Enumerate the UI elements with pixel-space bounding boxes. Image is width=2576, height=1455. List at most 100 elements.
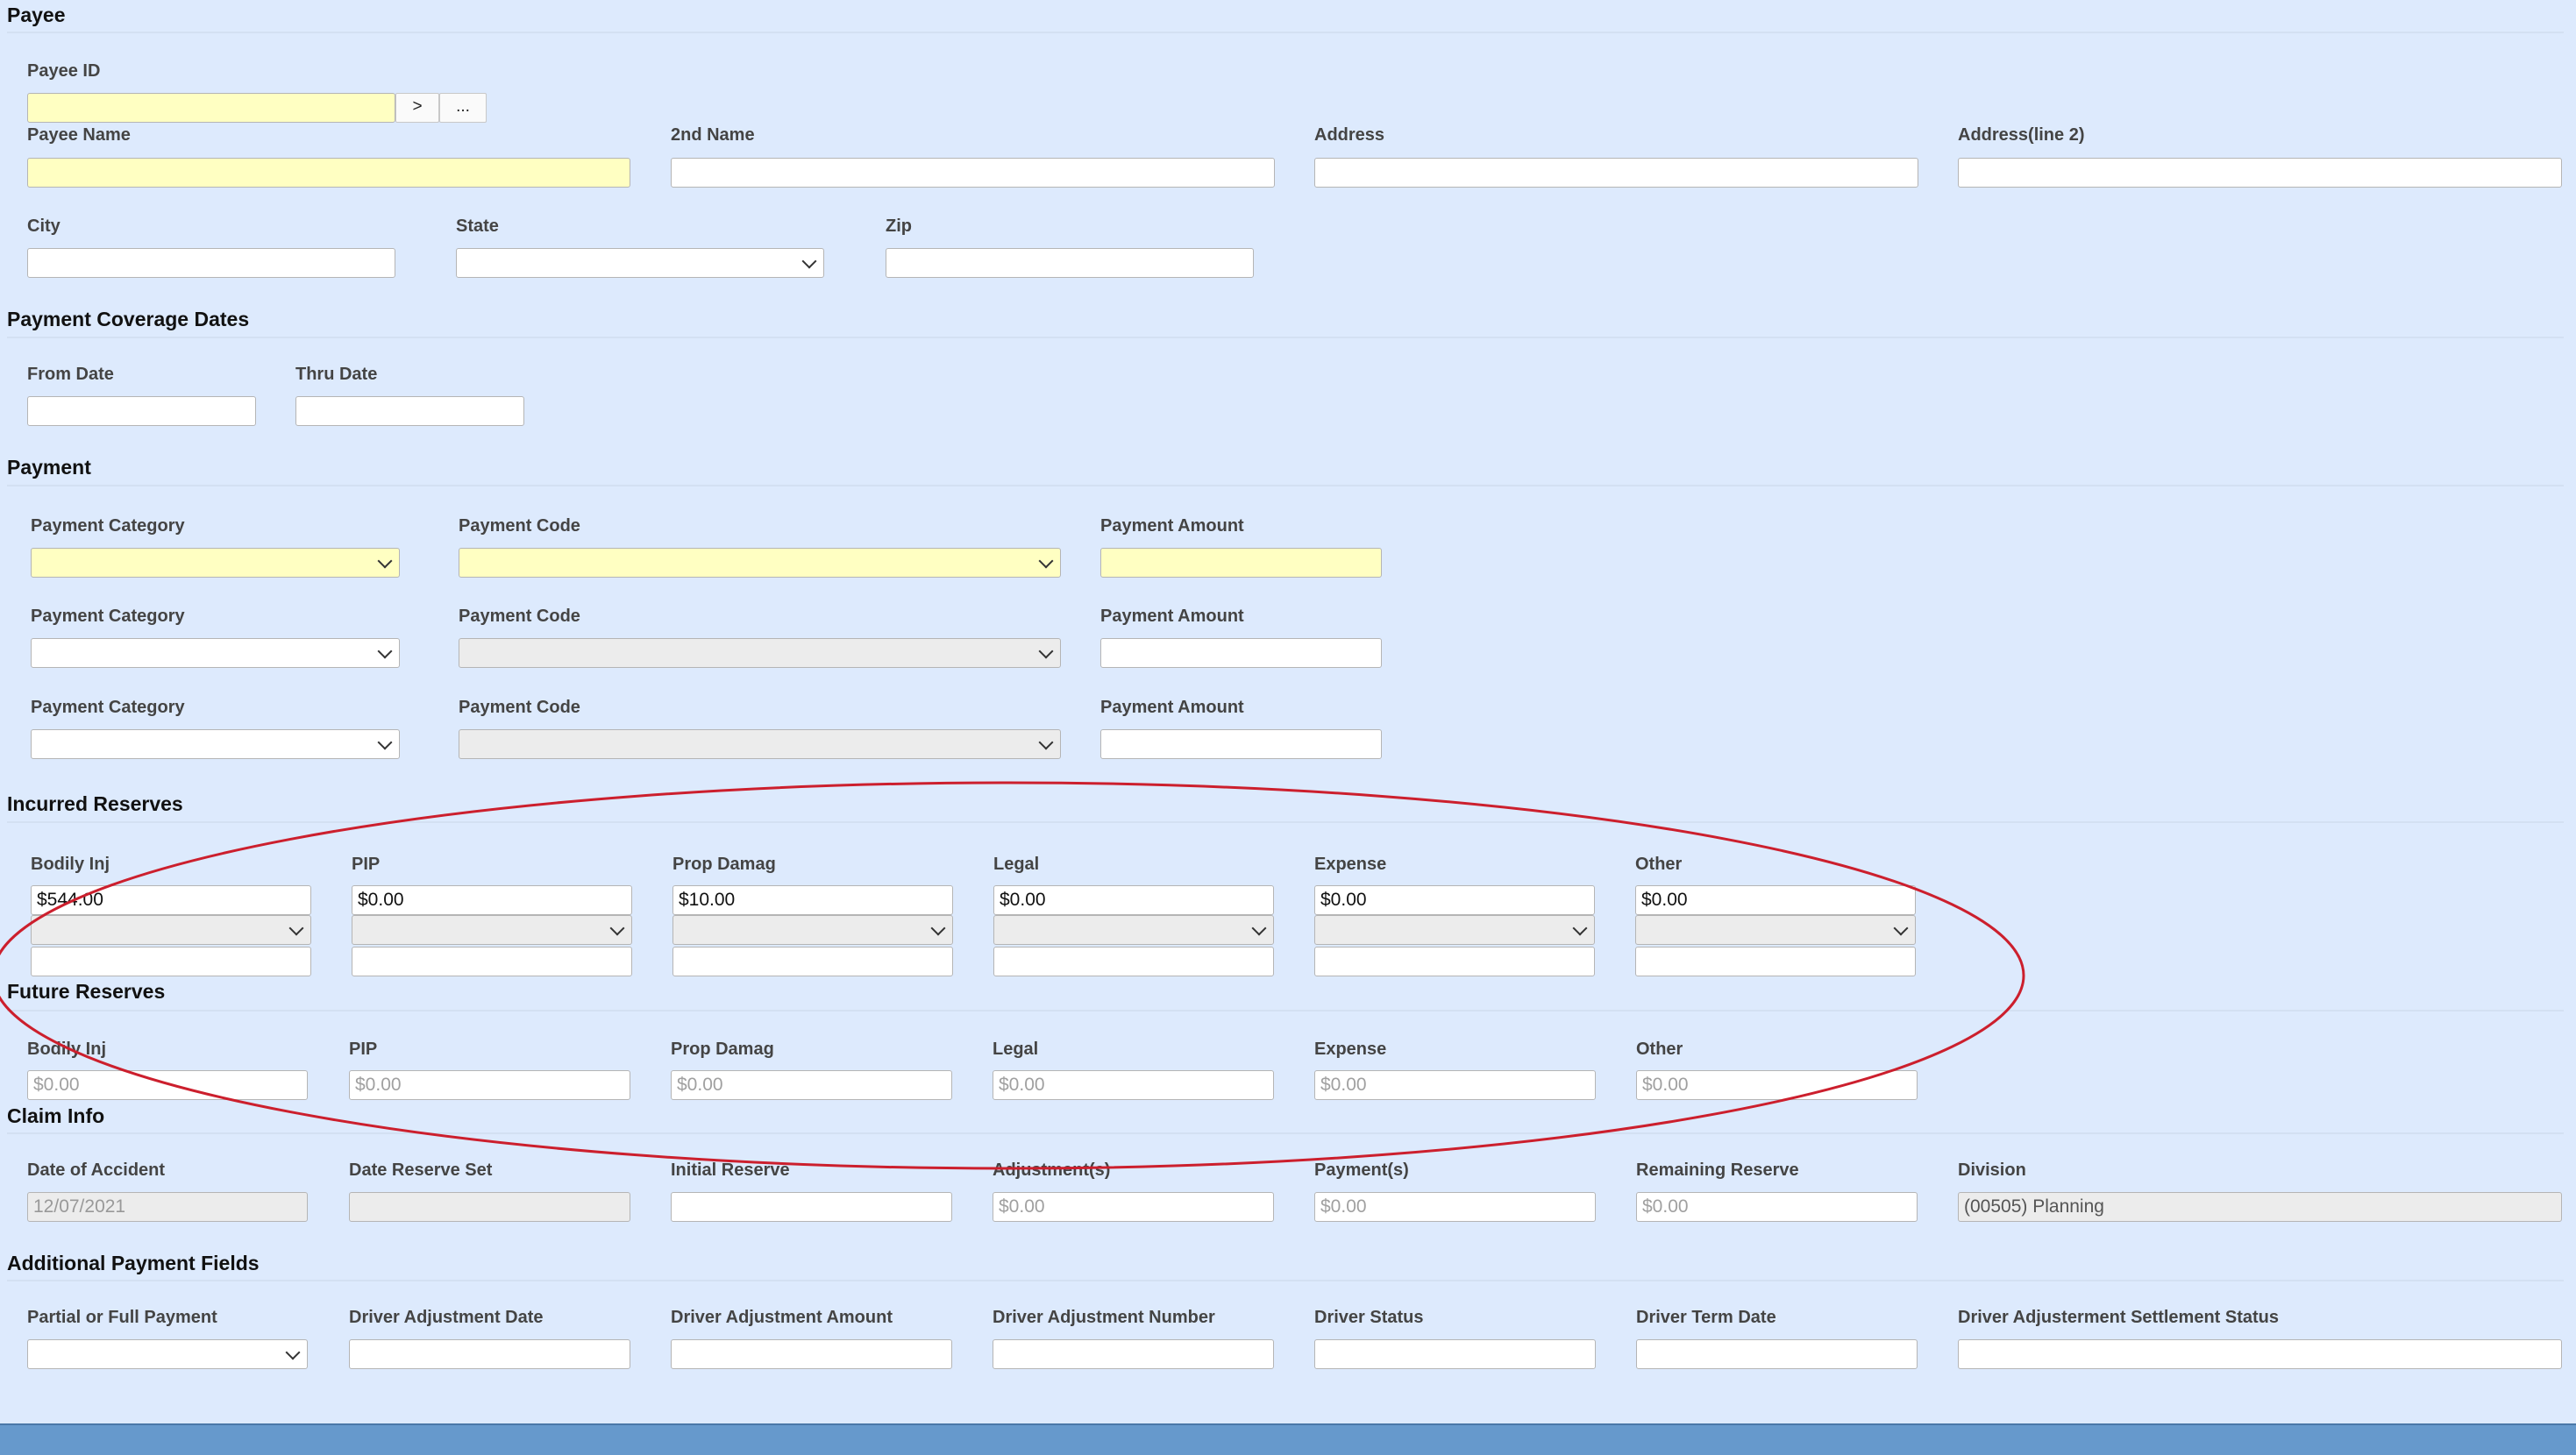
city-label: City — [27, 216, 60, 236]
payee-id-go-button[interactable]: > — [395, 93, 439, 123]
remaining-reserve-label: Remaining Reserve — [1636, 1160, 1799, 1180]
chevron-down-icon — [285, 1345, 301, 1360]
address-input[interactable] — [1314, 158, 1918, 188]
incurred-legal-note-input[interactable] — [993, 947, 1274, 976]
payment-amount-input[interactable] — [1100, 548, 1382, 578]
remaining-reserve-input[interactable] — [1636, 1192, 1918, 1222]
driver-adjustment-amount-input[interactable] — [671, 1339, 952, 1369]
driver-settlement-status-input[interactable] — [1958, 1339, 2562, 1369]
payment-code-label: Payment Code — [459, 516, 580, 536]
payment-category-select[interactable] — [31, 729, 400, 759]
payment-category-select[interactable] — [31, 638, 400, 668]
partial-full-payment-label: Partial or Full Payment — [27, 1308, 217, 1327]
payment-category-label: Payment Category — [31, 607, 185, 626]
future-legal-label: Legal — [993, 1040, 1039, 1059]
driver-adjustment-number-label: Driver Adjustment Number — [993, 1308, 1215, 1327]
second-name-input[interactable] — [671, 158, 1275, 188]
chevron-down-icon — [1893, 920, 1909, 936]
incurred-pip-select[interactable] — [352, 915, 632, 945]
payment-code-label: Payment Code — [459, 607, 580, 626]
incurred-legal-input[interactable] — [993, 885, 1274, 915]
section-title-future-reserves: Future Reserves — [7, 980, 166, 1003]
driver-adjustment-date-input[interactable] — [349, 1339, 630, 1369]
section-divider — [7, 1010, 2564, 1011]
zip-input[interactable] — [886, 248, 1254, 278]
driver-term-date-label: Driver Term Date — [1636, 1308, 1776, 1327]
chevron-down-icon — [609, 920, 625, 936]
date-of-accident-label: Date of Accident — [27, 1160, 166, 1180]
payee-name-input[interactable] — [27, 158, 630, 188]
incurred-other-select[interactable] — [1635, 915, 1916, 945]
payee-id-input[interactable] — [27, 93, 395, 123]
section-divider — [7, 821, 2564, 823]
payment-amount-label: Payment Amount — [1100, 516, 1244, 536]
payments-input[interactable] — [1314, 1192, 1596, 1222]
incurred-expense-input[interactable] — [1314, 885, 1595, 915]
payment-category-label: Payment Category — [31, 698, 185, 717]
chevron-down-icon — [930, 920, 946, 936]
incurred-prop-damag-note-input[interactable] — [672, 947, 953, 976]
incurred-legal-select[interactable] — [993, 915, 1274, 945]
future-expense-input[interactable] — [1314, 1070, 1596, 1100]
chevron-down-icon — [1038, 735, 1054, 750]
section-divider — [7, 1132, 2564, 1134]
incurred-other-note-input[interactable] — [1635, 947, 1916, 976]
incurred-bodily-inj-input[interactable] — [31, 885, 311, 915]
chevron-down-icon — [801, 253, 817, 269]
payment-category-select[interactable] — [31, 548, 400, 578]
incurred-other-input[interactable] — [1635, 885, 1916, 915]
payment-code-label: Payment Code — [459, 698, 580, 717]
city-input[interactable] — [27, 248, 395, 278]
section-title-claim-info: Claim Info — [7, 1104, 105, 1127]
future-other-label: Other — [1636, 1040, 1683, 1059]
future-prop-damag-label: Prop Damag — [671, 1040, 774, 1059]
chevron-down-icon — [1038, 643, 1054, 659]
payments-label: Payment(s) — [1314, 1160, 1409, 1180]
thru-date-label: Thru Date — [295, 365, 378, 384]
chevron-down-icon — [377, 735, 393, 750]
future-legal-input[interactable] — [993, 1070, 1274, 1100]
chevron-down-icon — [1572, 920, 1588, 936]
incurred-pip-note-input[interactable] — [352, 947, 632, 976]
payment-amount-input[interactable] — [1100, 638, 1382, 668]
chevron-down-icon — [1038, 553, 1054, 569]
incurred-expense-select[interactable] — [1314, 915, 1595, 945]
incurred-prop-damag-select[interactable] — [672, 915, 953, 945]
partial-full-payment-select[interactable] — [27, 1339, 308, 1369]
incurred-bodily-inj-note-input[interactable] — [31, 947, 311, 976]
annotation-ellipse-overlay — [0, 781, 2025, 1170]
payment-amount-label: Payment Amount — [1100, 698, 1244, 717]
from-date-input[interactable] — [27, 396, 256, 426]
section-title-payee: Payee — [7, 4, 66, 26]
incurred-prop-damag-label: Prop Damag — [672, 855, 776, 874]
section-divider — [7, 337, 2564, 338]
payment-amount-input[interactable] — [1100, 729, 1382, 759]
incurred-prop-damag-input[interactable] — [672, 885, 953, 915]
driver-term-date-input[interactable] — [1636, 1339, 1918, 1369]
payee-lookup-button[interactable]: ... — [439, 93, 487, 123]
chevron-down-icon — [1251, 920, 1267, 936]
incurred-bodily-inj-select[interactable] — [31, 915, 311, 945]
adjustments-input[interactable] — [993, 1192, 1274, 1222]
driver-adjustment-number-input[interactable] — [993, 1339, 1274, 1369]
incurred-pip-input[interactable] — [352, 885, 632, 915]
payment-code-select[interactable] — [459, 548, 1061, 578]
chevron-down-icon — [377, 553, 393, 569]
payment-code-select[interactable] — [459, 638, 1061, 668]
future-other-input[interactable] — [1636, 1070, 1918, 1100]
payment-code-select[interactable] — [459, 729, 1061, 759]
state-select[interactable] — [456, 248, 824, 278]
future-pip-input[interactable] — [349, 1070, 630, 1100]
section-title-incurred-reserves: Incurred Reserves — [7, 792, 183, 815]
incurred-expense-note-input[interactable] — [1314, 947, 1595, 976]
section-divider — [7, 32, 2564, 33]
future-bodily-inj-input[interactable] — [27, 1070, 308, 1100]
payee-name-label: Payee Name — [27, 125, 131, 145]
payment-amount-label: Payment Amount — [1100, 607, 1244, 626]
initial-reserve-input[interactable] — [671, 1192, 952, 1222]
thru-date-input[interactable] — [295, 396, 524, 426]
chevron-down-icon — [377, 643, 393, 659]
future-prop-damag-input[interactable] — [671, 1070, 952, 1100]
address-line2-input[interactable] — [1958, 158, 2562, 188]
driver-status-input[interactable] — [1314, 1339, 1596, 1369]
